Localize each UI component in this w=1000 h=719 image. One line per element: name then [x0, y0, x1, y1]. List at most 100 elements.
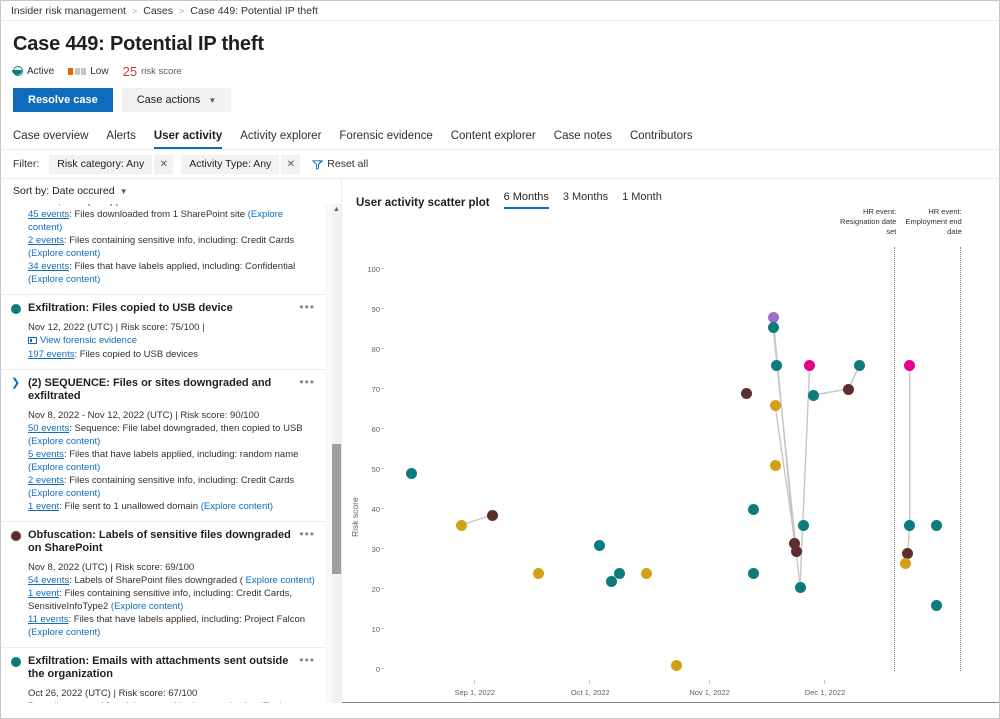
tab-contributors[interactable]: Contributors [630, 130, 693, 149]
x-axis-tick-label: Nov 1, 2022 [680, 688, 740, 697]
activity-detail-line: 11 events: Files that have labels applie… [28, 613, 315, 639]
resolve-case-button[interactable]: Resolve case [13, 88, 113, 112]
scatter-point[interactable] [902, 548, 913, 559]
filter-chip-activity-type[interactable]: Activity Type: Any [181, 155, 279, 174]
scatter-point[interactable] [795, 582, 806, 593]
scatter-point[interactable] [456, 520, 467, 531]
filter-chip-activity-type-close-icon[interactable]: ✕ [281, 155, 300, 174]
breadcrumb-item-1[interactable]: Cases [143, 5, 173, 17]
activity-more-options-icon[interactable]: ••• [299, 529, 315, 539]
activity-event-count[interactable]: 5 emails [28, 701, 63, 703]
activity-meta-text: Nov 8, 2022 (UTC) | Risk score: 69/100 [28, 562, 194, 573]
activity-list-scrollbar[interactable]: ▲ [332, 204, 341, 703]
risk-score-label: risk score [141, 66, 182, 77]
scatter-point[interactable] [614, 568, 625, 579]
activity-event-count[interactable]: 1 event [28, 501, 59, 512]
scrollbar-thumb[interactable] [332, 444, 341, 574]
activity-event-count[interactable]: 2 events [28, 475, 64, 486]
activity-detail-text: : Files that have labels applied, includ… [69, 261, 295, 272]
scatter-point[interactable] [770, 460, 781, 471]
activity-card[interactable]: ❯(2) SEQUENCE: Files or sites downgraded… [1, 370, 325, 522]
sort-by-dropdown[interactable]: Sort by: Date occured ▼ [1, 179, 341, 204]
scatter-point[interactable] [854, 360, 865, 371]
filter-chip-risk-category-close-icon[interactable]: ✕ [154, 155, 173, 174]
tab-case-overview[interactable]: Case overview [13, 130, 88, 149]
activity-card[interactable]: Exfiltration: Files copied to USB device… [1, 295, 325, 370]
scatter-point[interactable] [771, 360, 782, 371]
breadcrumb-separator-icon: > [132, 6, 137, 16]
activity-event-count[interactable]: 1 event [28, 588, 59, 599]
tab-case-notes[interactable]: Case notes [554, 130, 612, 149]
scatter-point[interactable] [804, 360, 815, 371]
scatter-point[interactable] [808, 390, 819, 401]
activity-event-count[interactable]: 45 events [28, 209, 69, 220]
tab-user-activity[interactable]: User activity [154, 130, 222, 149]
scatter-point[interactable] [594, 540, 605, 551]
scroll-up-arrow-icon[interactable]: ▲ [332, 204, 341, 215]
scatter-point[interactable] [843, 384, 854, 395]
explore-content-link[interactable]: (Explore content) [28, 436, 100, 447]
scatter-point[interactable] [768, 322, 779, 333]
tab-activity-explorer[interactable]: Activity explorer [240, 130, 321, 149]
activity-event-count[interactable]: 5 events [28, 449, 64, 460]
scatter-point[interactable] [931, 600, 942, 611]
scatter-point[interactable] [406, 468, 417, 479]
explore-content-link[interactable]: (Explore content) [28, 488, 100, 499]
filter-label: Filter: [13, 158, 39, 170]
tab-alerts[interactable]: Alerts [106, 130, 135, 149]
y-axis-tick-label: 100 [358, 265, 380, 274]
sequence-connector-lines [342, 207, 999, 703]
explore-content-link[interactable]: (Explore content) [28, 248, 100, 259]
scatter-point[interactable] [904, 360, 915, 371]
breadcrumb-separator-icon: > [179, 6, 184, 16]
reset-all-button[interactable]: Reset all [312, 158, 368, 170]
tab-content-explorer[interactable]: Content explorer [451, 130, 536, 149]
explore-content-link[interactable]: (Explore content) [111, 601, 183, 612]
activity-event-count[interactable]: 197 events [28, 349, 74, 360]
sort-by-label: Sort by: Date occured [13, 185, 115, 197]
activity-event-count[interactable]: 54 events [28, 575, 69, 586]
scatter-point[interactable] [487, 510, 498, 521]
tab-forensic-evidence[interactable]: Forensic evidence [339, 130, 432, 149]
explore-content-link[interactable]: (Explore content) [28, 274, 100, 285]
activity-card[interactable]: Nov 21, 2022 (UTC) | Risk score: 21/1004… [1, 204, 325, 295]
scatter-point[interactable] [768, 312, 779, 323]
scatter-point[interactable] [748, 504, 759, 515]
activity-event-count[interactable]: 11 events [28, 614, 69, 625]
activity-event-count[interactable]: 2 events [28, 235, 64, 246]
breadcrumb-item-0[interactable]: Insider risk management [11, 5, 126, 17]
scatter-point[interactable] [904, 520, 915, 531]
scatter-point[interactable] [741, 388, 752, 399]
explore-content-link[interactable]: (Explore content) [28, 462, 100, 473]
explore-content-link[interactable]: Explore content) [246, 575, 315, 586]
scatter-point[interactable] [931, 520, 942, 531]
activity-event-count[interactable]: 50 events [28, 423, 69, 434]
scatter-point[interactable] [798, 520, 809, 531]
scatter-point[interactable] [900, 558, 911, 569]
explore-content-link[interactable]: (Explore content) [28, 627, 100, 638]
scatter-point[interactable] [791, 546, 802, 557]
scatter-point[interactable] [748, 568, 759, 579]
activity-card-header: Exfiltration: Emails with attachments se… [11, 655, 315, 681]
activity-detail-text: : Files that have labels applied, includ… [69, 614, 306, 625]
activity-more-options-icon[interactable]: ••• [299, 655, 315, 665]
status-label: Active [27, 66, 54, 77]
case-actions-button[interactable]: Case actions ▼ [122, 88, 232, 112]
activity-card[interactable]: Obfuscation: Labels of sensitive files d… [1, 522, 325, 648]
scatter-point[interactable] [641, 568, 652, 579]
activity-more-options-icon[interactable]: ••• [299, 302, 315, 312]
activity-more-options-icon[interactable]: ••• [299, 377, 315, 387]
explore-content-link[interactable]: (Explore content) [201, 501, 273, 512]
chevron-right-icon[interactable]: ❯ [11, 377, 21, 390]
activity-event-count[interactable]: 34 events [28, 261, 69, 272]
activity-card[interactable]: Exfiltration: Emails with attachments se… [1, 648, 325, 703]
view-forensic-evidence-link[interactable]: View forensic evidence [28, 334, 137, 347]
y-axis-tick-label: 50 [358, 465, 380, 474]
breadcrumb-item-2[interactable]: Case 449: Potential IP theft [190, 5, 318, 17]
scatter-point[interactable] [671, 660, 682, 671]
filter-chip-risk-category[interactable]: Risk category: Any [49, 155, 152, 174]
insider-risk-case-page: Insider risk management > Cases > Case 4… [0, 0, 1000, 719]
scatter-point[interactable] [770, 400, 781, 411]
activity-detail-text: : sent to 12 recipients outside the orga… [63, 701, 259, 703]
scatter-point[interactable] [533, 568, 544, 579]
